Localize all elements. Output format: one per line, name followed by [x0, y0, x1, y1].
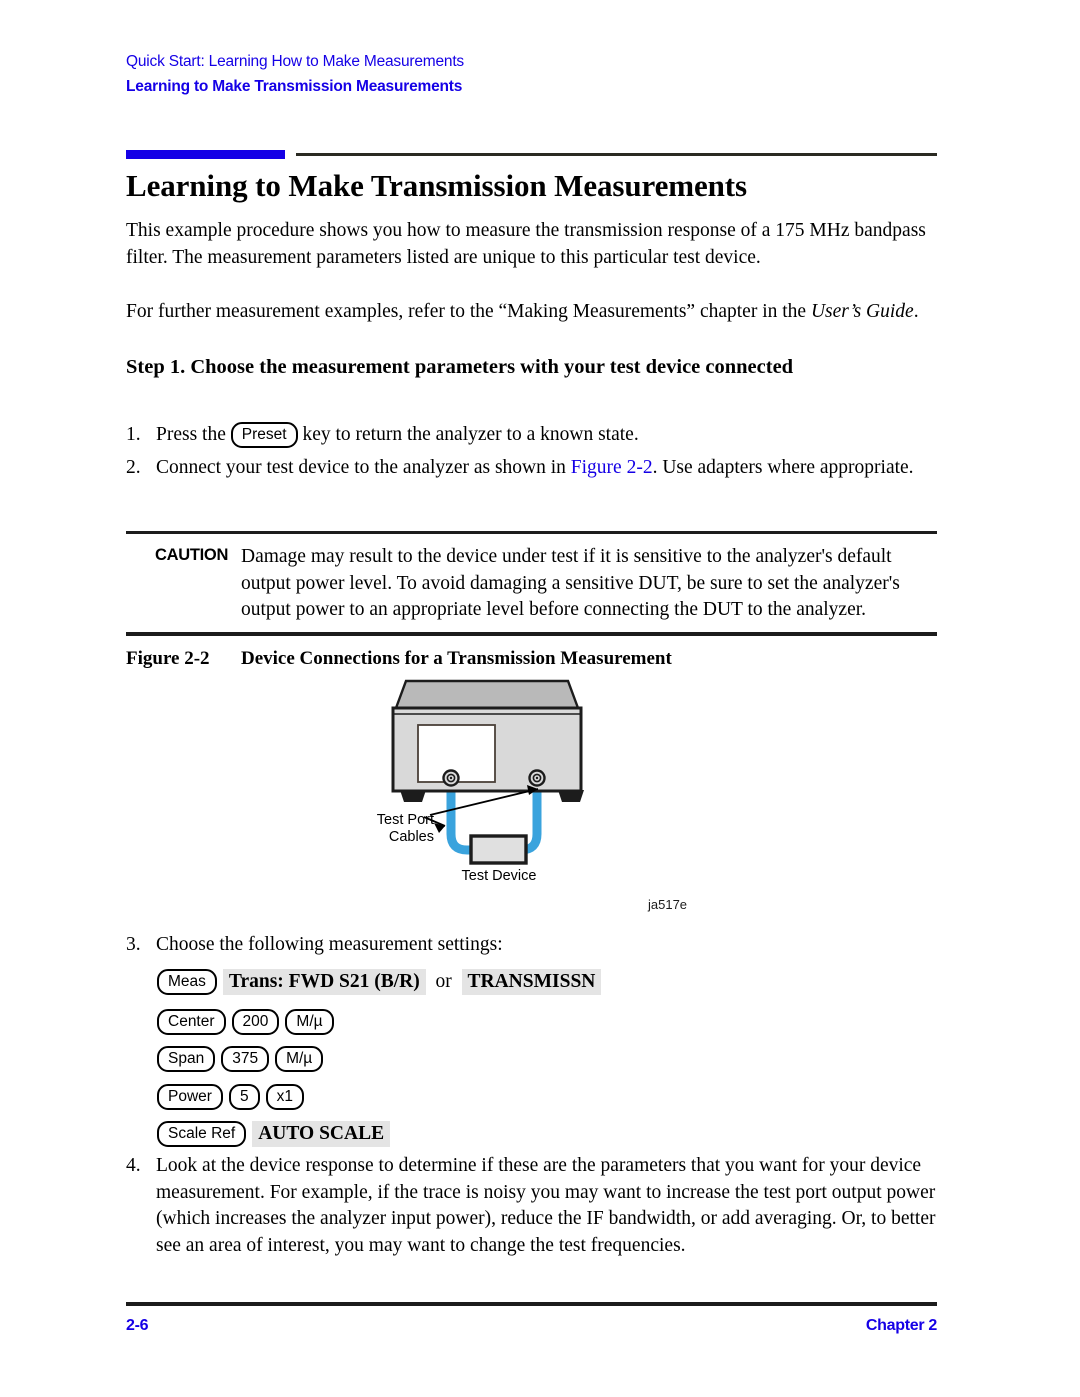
test-device-box	[469, 834, 528, 865]
list-item-1-number: 1.	[126, 424, 141, 445]
label-test-device: Test Device	[461, 868, 537, 884]
trans-fwd-s21-softkey[interactable]: Trans: FWD S21 (B/R)	[222, 969, 426, 995]
list-item-2-number: 2.	[126, 457, 141, 478]
list-item-1: 1. Press the Preset key to return the an…	[126, 422, 938, 449]
list-item-4-text: Look at the device response to determine…	[156, 1155, 936, 1256]
list-item-1-text-after: key to return the analyzer to a known st…	[297, 424, 639, 445]
title-accent-bar	[126, 150, 285, 159]
figure-caption-title: Device Connections for a Transmission Me…	[241, 648, 672, 669]
intro-paragraph-1-container: This example procedure shows you how to …	[126, 218, 938, 271]
scale-ref-hardkey[interactable]: Scale Ref	[157, 1121, 247, 1147]
intro-paragraph-1: This example procedure shows you how to …	[126, 220, 926, 268]
key-sequence-connector	[426, 971, 436, 992]
key-sequence-row-meas: Meas Trans: FWD S21 (B/R) or TRANSMISSN	[157, 969, 602, 995]
label-test-port-cables: Test Port Cables	[358, 812, 434, 846]
figure-illustration: Test Port Cables Test Device ja517e	[360, 672, 720, 922]
test-port-connector-1	[442, 769, 460, 787]
footer-page-number: 2-6	[126, 1317, 149, 1334]
list-item-1-text: Press the Preset key to return the analy…	[156, 422, 938, 449]
intro-paragraph-2-text: For further measurement examples, refer …	[126, 301, 811, 322]
span-unit-key[interactable]: M/µ	[275, 1046, 324, 1072]
power-hardkey[interactable]: Power	[157, 1084, 223, 1110]
intro-paragraph-2-container: For further measurement examples, refer …	[126, 299, 938, 326]
auto-scale-softkey[interactable]: AUTO SCALE	[252, 1121, 391, 1147]
document-page: Quick Start: Learning How to Make Measur…	[0, 0, 1080, 1397]
list-item-3: 3. Choose the following measurement sett…	[126, 932, 938, 959]
list-item-1-text-before: Press the	[156, 424, 231, 445]
instrument-top-panel	[394, 679, 580, 710]
center-unit-key[interactable]: M/µ	[285, 1009, 334, 1035]
list-item-2-text: Connect your test device to the analyzer…	[156, 455, 938, 482]
running-header-title: Quick Start: Learning How to Make Measur…	[126, 53, 464, 70]
caution-rule-top	[126, 531, 937, 534]
center-value-key[interactable]: 200	[231, 1009, 280, 1035]
list-item-2-text-before: Connect your test device to the analyzer…	[156, 457, 571, 478]
list-item-2-text-after: . Use adapters where appropriate.	[652, 457, 914, 478]
figure-caption-number: Figure 2-2	[126, 648, 210, 669]
center-hardkey[interactable]: Center	[157, 1009, 226, 1035]
power-value-key[interactable]: 5	[228, 1084, 260, 1110]
meas-hardkey[interactable]: Meas	[157, 969, 217, 995]
key-sequence-row-power: Power 5 x1	[157, 1084, 310, 1110]
span-value-key[interactable]: 375	[221, 1046, 270, 1072]
preset-hardkey[interactable]: Preset	[230, 422, 298, 448]
users-guide-reference: User’s Guide	[810, 301, 914, 322]
figure-art-id: ja517e	[648, 897, 688, 912]
list-item-3-text: Choose the following measurement setting…	[156, 934, 503, 955]
test-port-connector-2	[528, 769, 546, 787]
span-hardkey[interactable]: Span	[157, 1046, 216, 1072]
list-item-2: 2. Connect your test device to the analy…	[126, 455, 938, 482]
page-title: Learning to Make Transmission Measuremen…	[126, 168, 747, 203]
footer-rule	[126, 1302, 937, 1306]
intro-paragraph-2: For further measurement examples, refer …	[126, 299, 938, 326]
footer-chapter: Chapter 2	[865, 1317, 937, 1334]
running-header-section: Learning to Make Transmission Measuremen…	[126, 78, 463, 95]
caution-text: Damage may result to the device under te…	[241, 546, 900, 620]
intro-paragraph-2-tail: .	[913, 301, 919, 322]
label-test-port: Test Port	[376, 812, 434, 828]
list-item-4-number: 4.	[126, 1155, 141, 1176]
caution-rule-bottom	[126, 632, 937, 636]
caution-label: CAUTION	[155, 546, 229, 564]
list-item-4: 4. Look at the device response to determ…	[126, 1153, 938, 1259]
key-sequence-row-center: Center 200 M/µ	[157, 1009, 340, 1035]
or-label: or	[435, 971, 452, 992]
step-1-heading: Step 1. Choose the measurement parameter…	[126, 356, 794, 378]
power-multiplier-key[interactable]: x1	[265, 1084, 304, 1110]
title-horizontal-rule	[296, 153, 937, 156]
label-cables: Cables	[388, 829, 434, 845]
key-sequence-spacer	[452, 971, 462, 992]
transmissn-softkey[interactable]: TRANSMISSN	[461, 969, 602, 995]
key-sequence-row-span: Span 375 M/µ	[157, 1046, 329, 1072]
running-header: Quick Start: Learning How to Make Measur…	[126, 52, 956, 97]
key-sequence-row-scale-ref: Scale Ref AUTO SCALE	[157, 1121, 391, 1147]
list-item-3-number: 3.	[126, 934, 141, 955]
figure-2-2-crossreference-link[interactable]: Figure 2-2	[571, 457, 653, 478]
